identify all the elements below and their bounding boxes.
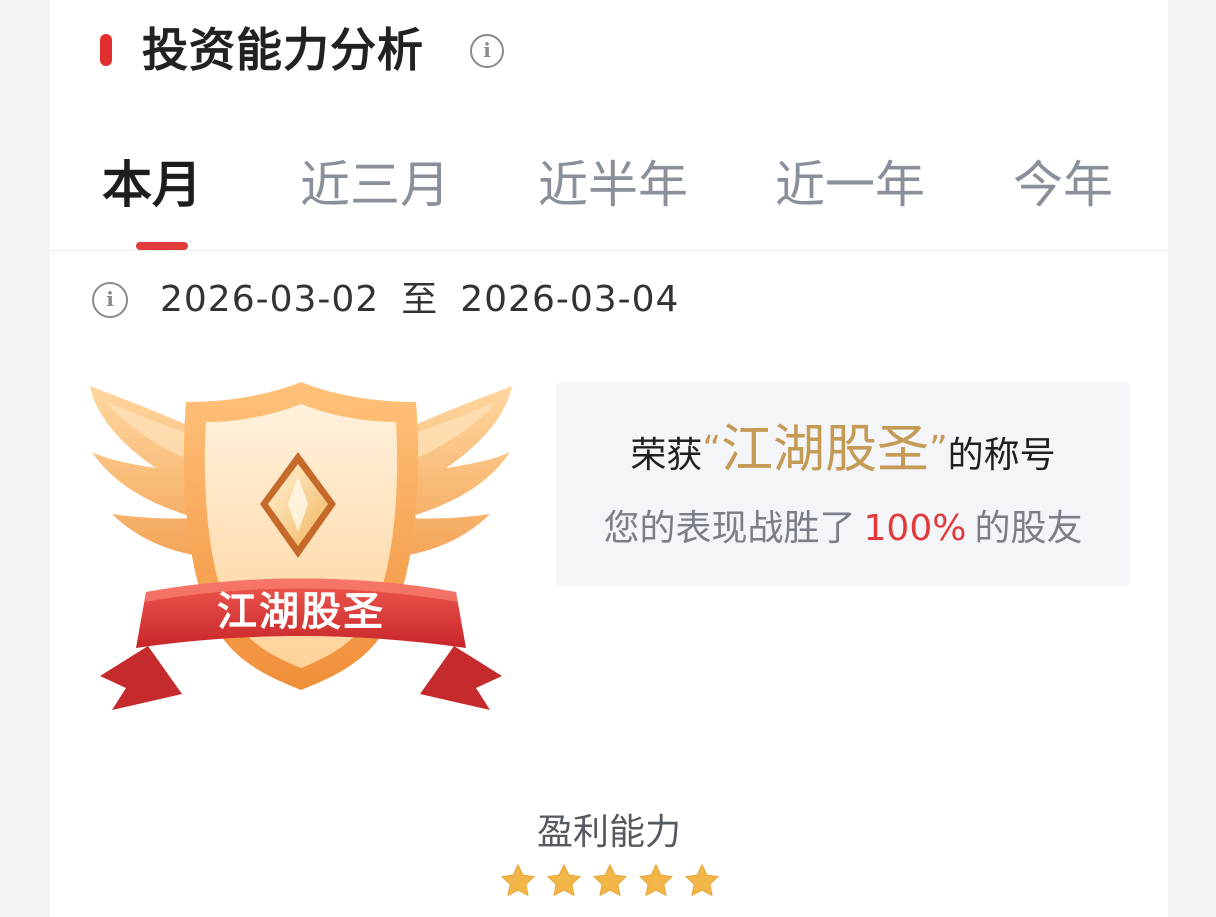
ribbon-left-tail — [100, 646, 182, 710]
tab-last-3-months[interactable]: 近三月 — [300, 150, 450, 220]
badge-ribbon-text: 江湖股圣 — [217, 589, 385, 635]
tab-last-year[interactable]: 近一年 — [775, 150, 925, 220]
tab-this-month[interactable]: 本月 — [102, 150, 202, 220]
award-title-box: 荣获“江湖股圣”的称号 您的表现战胜了 100% 的股友 — [556, 382, 1130, 586]
award-suffix: 的称号 — [947, 435, 1056, 476]
section-title: 投资能力分析 — [142, 23, 424, 77]
star-icon — [546, 863, 582, 897]
award-close-quote: ” — [929, 429, 948, 470]
award-line: 荣获“江湖股圣”的称号 — [556, 420, 1130, 486]
period-tabs: 本月 近三月 近半年 近一年 今年 — [50, 150, 1168, 250]
star-icon — [684, 863, 720, 897]
investment-ability-card: 投资能力分析 i 本月 近三月 近半年 近一年 今年 i 2026-03-02 至… — [50, 0, 1168, 917]
section-header: 投资能力分析 i — [50, 18, 1168, 88]
star-rating — [499, 862, 720, 902]
beat-suffix: 的股友 — [974, 508, 1083, 549]
section-accent-bar — [100, 34, 112, 66]
date-separator: 至 — [401, 279, 439, 320]
award-name: 江湖股圣 — [720, 420, 929, 480]
tab-last-6-months[interactable]: 近半年 — [538, 150, 688, 220]
info-circle-icon[interactable]: i — [470, 34, 504, 68]
metric-label: 盈利能力 — [536, 812, 681, 853]
date-start: 2026-03-02 — [160, 279, 380, 320]
star-icon — [638, 863, 674, 897]
winged-shield-badge: 江湖股圣 — [86, 378, 516, 718]
tab-this-year[interactable]: 今年 — [1013, 150, 1113, 220]
beat-percent: 100% — [863, 508, 967, 549]
date-range-row: i 2026-03-02 至 2026-03-04 — [50, 278, 1168, 322]
tabs-divider — [50, 250, 1168, 251]
ribbon-right-tail — [420, 646, 502, 710]
award-prefix: 荣获 — [630, 435, 703, 476]
beat-prefix: 您的表现战胜了 — [603, 508, 856, 549]
star-icon — [500, 863, 536, 897]
date-end: 2026-03-04 — [460, 279, 680, 320]
info-circle-icon[interactable]: i — [92, 282, 128, 318]
active-tab-indicator — [136, 242, 188, 250]
date-range-text: 2026-03-02 至 2026-03-04 — [160, 278, 679, 322]
badge-graphic — [90, 382, 512, 710]
beat-line: 您的表现战胜了 100% 的股友 — [556, 504, 1130, 554]
star-icon — [592, 863, 628, 897]
award-open-quote: “ — [702, 429, 721, 470]
